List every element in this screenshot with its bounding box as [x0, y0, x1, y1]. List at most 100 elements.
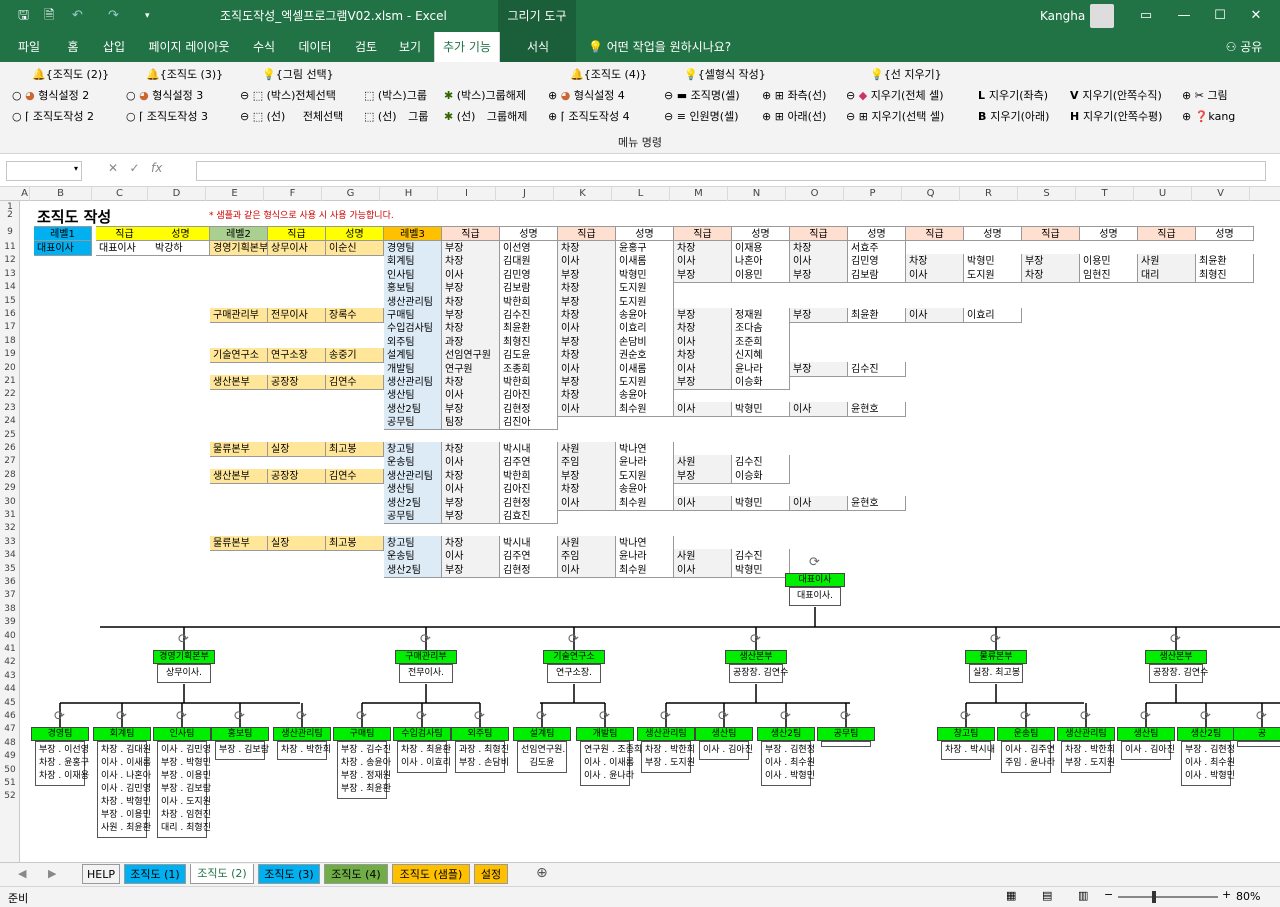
zoom-in-icon[interactable]: +: [1222, 888, 1231, 901]
tab-data[interactable]: 데이터: [290, 32, 340, 62]
level3-node-members[interactable]: 이사 . 김주연 주임 . 윤나라: [1001, 741, 1055, 773]
rotate-handle-icon[interactable]: ⟳: [234, 709, 245, 724]
level3-node[interactable]: 생산관리팀: [637, 727, 695, 741]
tab-home[interactable]: 홈: [58, 32, 88, 62]
org-name-cell-button[interactable]: ⊖ ▬ 조직명(셀): [664, 87, 740, 105]
level3-node[interactable]: 생산2팀: [757, 727, 815, 741]
box-ungroup-button[interactable]: ✱ (박스)그룹해제: [444, 87, 526, 105]
sheet-tab[interactable]: 조직도 (2): [190, 864, 254, 884]
level3-node-members[interactable]: 이사 . 김아진: [1121, 741, 1175, 760]
rotate-handle-icon[interactable]: ⟳: [296, 709, 307, 724]
level3-node[interactable]: 운송팀: [997, 727, 1055, 741]
rotate-handle-icon[interactable]: ⟳: [718, 709, 729, 724]
rotate-handle-icon[interactable]: ⟳: [1256, 709, 1267, 724]
rotate-handle-icon[interactable]: ⟳: [780, 709, 791, 724]
level3-node-members[interactable]: 과장 . 최형진 부장 . 손담비: [455, 741, 509, 773]
level2-node-members[interactable]: 전무이사.: [399, 664, 453, 683]
format-settings-2-button[interactable]: ○ ◕ 형식설정 2: [12, 87, 89, 105]
sheet-tab[interactable]: HELP: [82, 864, 120, 884]
rotate-handle-icon[interactable]: ⟳: [568, 632, 579, 647]
line-select-all-button[interactable]: ⊖ ⬚ (선) 전체선택: [240, 108, 343, 126]
level3-node-members[interactable]: [821, 741, 871, 747]
create-orgchart-4-button[interactable]: ⊕ ⌈ 조직도작성 4: [548, 108, 630, 126]
box-group-button[interactable]: ⬚ (박스)그룹: [364, 87, 427, 105]
erase-inner-vertical-button[interactable]: V 지우기(안쪽수직): [1070, 87, 1162, 105]
level2-node[interactable]: 구매관리부: [395, 650, 457, 664]
level3-node-members[interactable]: [1237, 741, 1280, 747]
create-orgchart-3-button[interactable]: ○ ⌈ 조직도작성 3: [126, 108, 208, 126]
menu-cell-format[interactable]: 💡{셀형식 작성}: [684, 66, 766, 84]
tab-format[interactable]: 서식: [500, 32, 576, 62]
rotate-handle-icon[interactable]: ⟳: [416, 709, 427, 724]
share-button[interactable]: ⚇ 공유: [1214, 32, 1274, 62]
level3-node[interactable]: 설계팀: [513, 727, 571, 741]
tab-review[interactable]: 검토: [346, 32, 386, 62]
menu-orgchart-3[interactable]: 🔔{조직도 (3)}: [146, 66, 223, 84]
level3-node-members[interactable]: 차장 . 박시내: [941, 741, 995, 760]
redo-icon[interactable]: ↷: [108, 0, 119, 32]
rotate-handle-icon[interactable]: ⟳: [420, 632, 431, 647]
level3-node[interactable]: 회계팀: [93, 727, 151, 741]
zoom-thumb[interactable]: [1152, 891, 1156, 903]
tab-view[interactable]: 보기: [392, 32, 428, 62]
member-name-cell-button[interactable]: ⊖ ≡ 인원명(셀): [664, 108, 739, 126]
normal-view-icon[interactable]: ▦: [1006, 889, 1016, 902]
left-line-button[interactable]: ⊕ ⊞ 좌측(선): [762, 87, 826, 105]
rotate-handle-icon[interactable]: ⟳: [750, 632, 761, 647]
print-preview-icon[interactable]: 🗎: [44, 0, 54, 32]
menu-orgchart-2[interactable]: 🔔{조직도 (2)}: [32, 66, 109, 84]
level3-node[interactable]: 경영팀: [31, 727, 89, 741]
menu-orgchart-4[interactable]: 🔔{조직도 (4)}: [570, 66, 647, 84]
level2-node-members[interactable]: 공장장. 김연수: [729, 664, 788, 683]
level3-node[interactable]: 외주팀: [451, 727, 509, 741]
level2-node-members[interactable]: 공장장. 김연수: [1149, 664, 1208, 683]
add-sheet-icon[interactable]: ⊕: [536, 865, 548, 881]
formula-input[interactable]: [196, 161, 1266, 181]
level3-node-members[interactable]: 차장 . 박한희 부장 . 도지원: [1061, 741, 1115, 773]
sheet-tab[interactable]: 조직도 (1): [124, 864, 186, 884]
level2-node[interactable]: 생산본부: [1145, 650, 1207, 664]
erase-selected-cells-button[interactable]: ⊖ ⊞ 지우기(선택 셀): [846, 108, 944, 126]
level2-node[interactable]: 물류본부: [965, 650, 1027, 664]
maximize-icon[interactable]: ☐: [1202, 0, 1238, 32]
tab-page-layout[interactable]: 페이지 레이아웃: [140, 32, 238, 62]
level3-node[interactable]: 구매팀: [333, 727, 391, 741]
tab-formulas[interactable]: 수식: [244, 32, 284, 62]
page-layout-view-icon[interactable]: ▤: [1042, 889, 1052, 902]
enter-icon[interactable]: ✓: [130, 161, 140, 175]
cancel-icon[interactable]: ✕: [108, 161, 118, 175]
kang-button[interactable]: ⊕ ❓kang: [1182, 108, 1235, 126]
level3-node[interactable]: 창고팀: [937, 727, 995, 741]
rotate-handle-icon[interactable]: ⟳: [1020, 709, 1031, 724]
sheet-tab[interactable]: 조직도 (4): [324, 864, 388, 884]
level3-node[interactable]: 공무팀: [817, 727, 875, 741]
rotate-handle-icon[interactable]: ⟳: [660, 709, 671, 724]
line-group-button[interactable]: ⬚ (선) 그룹: [364, 108, 428, 126]
sheet-tab[interactable]: 설정: [474, 864, 508, 884]
minimize-icon[interactable]: —: [1166, 0, 1202, 32]
level3-node-members[interactable]: 차장 . 최윤환 이사 . 이효리: [397, 741, 451, 773]
zoom-out-icon[interactable]: −: [1104, 888, 1113, 901]
user-name[interactable]: Kangha: [1040, 0, 1085, 32]
erase-bottom-button[interactable]: B 지우기(아래): [978, 108, 1049, 126]
level3-node[interactable]: 생산관리팀: [273, 727, 331, 741]
level3-node-members[interactable]: 부장 . 이선영 차장 . 윤홍구 차장 . 이재용: [35, 741, 89, 786]
level3-node[interactable]: 생산팀: [1117, 727, 1175, 741]
erase-inner-horizontal-button[interactable]: H 지우기(안쪽수평): [1070, 108, 1162, 126]
level3-node-members[interactable]: 차장 . 김대원 이사 . 이새롬 이사 . 나혼아 이사 . 김민영 차장 .…: [97, 741, 151, 838]
fx-icon[interactable]: fx: [151, 161, 162, 175]
line-ungroup-button[interactable]: ✱ (선) 그룹해제: [444, 108, 527, 126]
rotate-handle-icon[interactable]: ⟳: [536, 709, 547, 724]
rotate-handle-icon[interactable]: ⟳: [54, 709, 65, 724]
level2-node-members[interactable]: 실장. 최고봉: [969, 664, 1023, 683]
menu-erase-lines[interactable]: 💡{선 지우기}: [870, 66, 942, 84]
level3-node[interactable]: 수입검사팀: [393, 727, 451, 741]
top-node-members[interactable]: 대표이사.: [789, 587, 841, 606]
save-icon[interactable]: 🖫: [18, 0, 29, 32]
level2-node-members[interactable]: 상무이사.: [157, 664, 211, 683]
ribbon-options-icon[interactable]: ▭: [1128, 0, 1164, 32]
rotate-handle-icon[interactable]: ⟳: [599, 709, 610, 724]
rotate-handle-icon[interactable]: ⟳: [840, 709, 851, 724]
tab-file[interactable]: 파일: [6, 32, 52, 62]
avatar[interactable]: [1090, 4, 1114, 28]
